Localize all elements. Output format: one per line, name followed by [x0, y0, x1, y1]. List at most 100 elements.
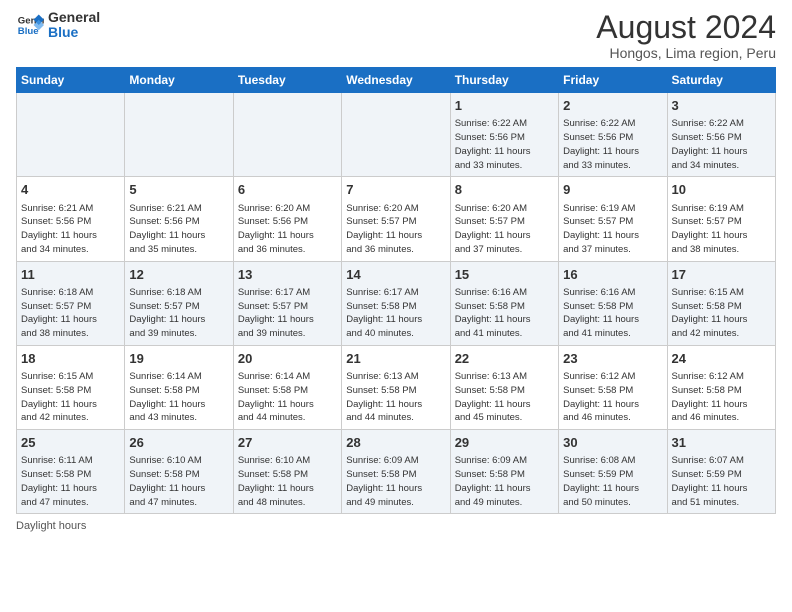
calendar-cell: 26Sunrise: 6:10 AM Sunset: 5:58 PM Dayli…: [125, 430, 233, 514]
day-info: Sunrise: 6:21 AM Sunset: 5:56 PM Dayligh…: [129, 202, 228, 257]
calendar-cell: 22 Sunrise: 6:13 AM Sunset: 5:58 PM Dayli…: [450, 345, 558, 429]
day-info: Sunrise: 6:09 AM Sunset: 5:58 PM Dayligh…: [455, 454, 554, 509]
week-row-1: 1 Sunrise: 6:22 AM Sunset: 5:56 PM Daylig…: [17, 93, 776, 177]
day-number: 16: [563, 266, 662, 284]
logo-icon: General Blue: [16, 11, 44, 39]
calendar-cell: 7Sunrise: 6:20 AM Sunset: 5:57 PM Daylig…: [342, 177, 450, 261]
calendar-cell: 24 Sunrise: 6:12 AM Sunset: 5:58 PM Dayli…: [667, 345, 775, 429]
day-number: 9: [563, 181, 662, 199]
day-number: 5: [129, 181, 228, 199]
day-info: Sunrise: 6:18 AM Sunset: 5:57 PM Dayligh…: [21, 286, 120, 341]
day-info: Sunrise: 6:14 AM Sunset: 5:58 PM Dayligh…: [238, 370, 337, 425]
calendar-cell: 20 Sunrise: 6:14 AM Sunset: 5:58 PM Dayli…: [233, 345, 341, 429]
day-info: Sunrise: 6:13 AM Sunset: 5:58 PM Dayligh…: [346, 370, 445, 425]
page-container: General Blue General Blue August 2024 Ho…: [0, 0, 792, 542]
day-number: 24: [672, 350, 771, 368]
day-info: Sunrise: 6:16 AM Sunset: 5:58 PM Dayligh…: [455, 286, 554, 341]
week-row-3: 11 Sunrise: 6:18 AM Sunset: 5:57 PM Dayli…: [17, 261, 776, 345]
header-saturday: Saturday: [667, 68, 775, 93]
calendar-cell: 28 Sunrise: 6:09 AM Sunset: 5:58 PM Dayli…: [342, 430, 450, 514]
day-info: Sunrise: 6:22 AM Sunset: 5:56 PM Dayligh…: [455, 117, 554, 172]
day-number: 4: [21, 181, 120, 199]
day-number: 21: [346, 350, 445, 368]
day-number: 29: [455, 434, 554, 452]
day-info: Sunrise: 6:07 AM Sunset: 5:59 PM Dayligh…: [672, 454, 771, 509]
day-number: 26: [129, 434, 228, 452]
header-tuesday: Tuesday: [233, 68, 341, 93]
calendar-cell: 31 Sunrise: 6:07 AM Sunset: 5:59 PM Dayli…: [667, 430, 775, 514]
day-number: 12: [129, 266, 228, 284]
day-number: 25: [21, 434, 120, 452]
day-number: 18: [21, 350, 120, 368]
page-header: General Blue General Blue August 2024 Ho…: [16, 10, 776, 61]
day-info: Sunrise: 6:08 AM Sunset: 5:59 PM Dayligh…: [563, 454, 662, 509]
calendar-cell: 30 Sunrise: 6:08 AM Sunset: 5:59 PM Dayli…: [559, 430, 667, 514]
calendar-cell: 25 Sunrise: 6:11 AM Sunset: 5:58 PM Dayli…: [17, 430, 125, 514]
day-info: Sunrise: 6:15 AM Sunset: 5:58 PM Dayligh…: [672, 286, 771, 341]
calendar-cell: [233, 93, 341, 177]
calendar-cell: 2 Sunrise: 6:22 AM Sunset: 5:56 PM Daylig…: [559, 93, 667, 177]
header-friday: Friday: [559, 68, 667, 93]
calendar-cell: 6 Sunrise: 6:20 AM Sunset: 5:56 PM Daylig…: [233, 177, 341, 261]
legend: Daylight hours: [16, 520, 776, 532]
day-number: 10: [672, 181, 771, 199]
day-number: 31: [672, 434, 771, 452]
calendar-cell: 17 Sunrise: 6:15 AM Sunset: 5:58 PM Dayli…: [667, 261, 775, 345]
calendar-cell: 27 Sunrise: 6:10 AM Sunset: 5:58 PM Dayli…: [233, 430, 341, 514]
day-number: 20: [238, 350, 337, 368]
calendar-cell: 12Sunrise: 6:18 AM Sunset: 5:57 PM Dayli…: [125, 261, 233, 345]
day-number: 27: [238, 434, 337, 452]
calendar-cell: 14 Sunrise: 6:17 AM Sunset: 5:58 PM Dayli…: [342, 261, 450, 345]
week-row-5: 25 Sunrise: 6:11 AM Sunset: 5:58 PM Dayli…: [17, 430, 776, 514]
calendar-cell: 29 Sunrise: 6:09 AM Sunset: 5:58 PM Dayli…: [450, 430, 558, 514]
day-number: 2: [563, 97, 662, 115]
calendar-table: SundayMondayTuesdayWednesdayThursdayFrid…: [16, 67, 776, 514]
calendar-cell: 1 Sunrise: 6:22 AM Sunset: 5:56 PM Daylig…: [450, 93, 558, 177]
day-info: Sunrise: 6:20 AM Sunset: 5:56 PM Dayligh…: [238, 202, 337, 257]
day-info: Sunrise: 6:21 AM Sunset: 5:56 PM Dayligh…: [21, 202, 120, 257]
day-number: 7: [346, 181, 445, 199]
day-info: Sunrise: 6:13 AM Sunset: 5:58 PM Dayligh…: [455, 370, 554, 425]
main-title: August 2024: [596, 10, 776, 45]
calendar-cell: 18Sunrise: 6:15 AM Sunset: 5:58 PM Dayli…: [17, 345, 125, 429]
day-info: Sunrise: 6:11 AM Sunset: 5:58 PM Dayligh…: [21, 454, 120, 509]
day-info: Sunrise: 6:12 AM Sunset: 5:58 PM Dayligh…: [672, 370, 771, 425]
calendar-cell: [125, 93, 233, 177]
header-monday: Monday: [125, 68, 233, 93]
header-thursday: Thursday: [450, 68, 558, 93]
day-number: 30: [563, 434, 662, 452]
logo: General Blue General Blue: [16, 10, 100, 41]
day-number: 17: [672, 266, 771, 284]
day-number: 22: [455, 350, 554, 368]
calendar-cell: 9Sunrise: 6:19 AM Sunset: 5:57 PM Daylig…: [559, 177, 667, 261]
day-info: Sunrise: 6:09 AM Sunset: 5:58 PM Dayligh…: [346, 454, 445, 509]
day-number: 3: [672, 97, 771, 115]
calendar-cell: 13Sunrise: 6:17 AM Sunset: 5:57 PM Dayli…: [233, 261, 341, 345]
calendar-cell: 21 Sunrise: 6:13 AM Sunset: 5:58 PM Dayli…: [342, 345, 450, 429]
week-row-2: 4 Sunrise: 6:21 AM Sunset: 5:56 PM Daylig…: [17, 177, 776, 261]
calendar-cell: 4 Sunrise: 6:21 AM Sunset: 5:56 PM Daylig…: [17, 177, 125, 261]
calendar-cell: 23Sunrise: 6:12 AM Sunset: 5:58 PM Dayli…: [559, 345, 667, 429]
header-sunday: Sunday: [17, 68, 125, 93]
day-number: 1: [455, 97, 554, 115]
day-number: 14: [346, 266, 445, 284]
calendar-header-row: SundayMondayTuesdayWednesdayThursdayFrid…: [17, 68, 776, 93]
day-info: Sunrise: 6:17 AM Sunset: 5:58 PM Dayligh…: [346, 286, 445, 341]
subtitle: Hongos, Lima region, Peru: [596, 45, 776, 61]
calendar-cell: 19 Sunrise: 6:14 AM Sunset: 5:58 PM Dayli…: [125, 345, 233, 429]
day-info: Sunrise: 6:22 AM Sunset: 5:56 PM Dayligh…: [672, 117, 771, 172]
day-number: 28: [346, 434, 445, 452]
day-number: 8: [455, 181, 554, 199]
week-row-4: 18Sunrise: 6:15 AM Sunset: 5:58 PM Dayli…: [17, 345, 776, 429]
day-number: 19: [129, 350, 228, 368]
day-info: Sunrise: 6:20 AM Sunset: 5:57 PM Dayligh…: [455, 202, 554, 257]
calendar-cell: 3 Sunrise: 6:22 AM Sunset: 5:56 PM Daylig…: [667, 93, 775, 177]
day-number: 6: [238, 181, 337, 199]
calendar-cell: 15Sunrise: 6:16 AM Sunset: 5:58 PM Dayli…: [450, 261, 558, 345]
day-info: Sunrise: 6:10 AM Sunset: 5:58 PM Dayligh…: [238, 454, 337, 509]
day-info: Sunrise: 6:12 AM Sunset: 5:58 PM Dayligh…: [563, 370, 662, 425]
day-number: 11: [21, 266, 120, 284]
calendar-cell: 11 Sunrise: 6:18 AM Sunset: 5:57 PM Dayli…: [17, 261, 125, 345]
day-info: Sunrise: 6:14 AM Sunset: 5:58 PM Dayligh…: [129, 370, 228, 425]
day-info: Sunrise: 6:22 AM Sunset: 5:56 PM Dayligh…: [563, 117, 662, 172]
